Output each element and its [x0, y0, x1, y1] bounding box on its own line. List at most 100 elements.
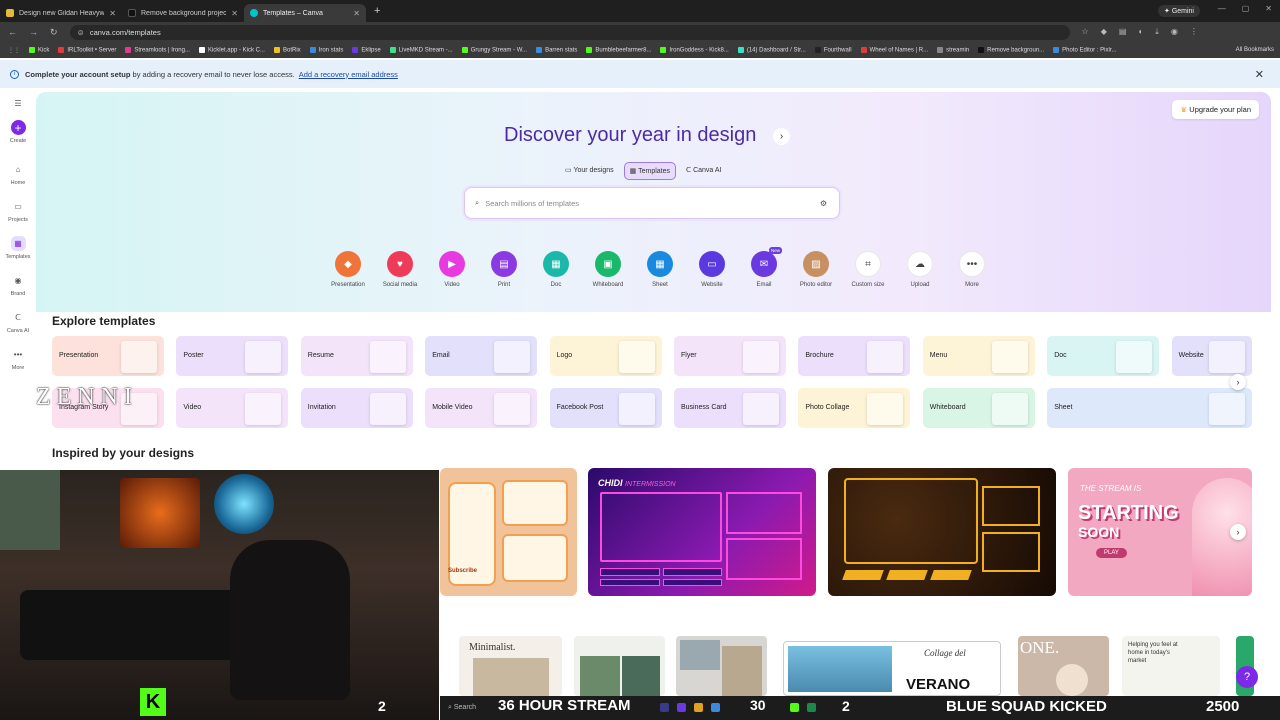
forward-icon[interactable]: → [29, 27, 38, 38]
template-card[interactable] [676, 636, 767, 696]
template-card[interactable]: Collage del VERANO [783, 641, 1001, 696]
bookmark-item[interactable]: Bumblebeefarmer8... [586, 46, 651, 53]
minimize-icon[interactable]: — [1218, 4, 1226, 13]
template-category-card[interactable]: Email [425, 336, 538, 376]
category-social-media[interactable]: ♥ Social media [374, 251, 426, 288]
app-icon[interactable] [711, 703, 720, 712]
all-bookmarks-button[interactable]: All Bookmarks [1236, 47, 1274, 53]
app-icon[interactable] [790, 703, 799, 712]
bookmark-item[interactable]: Eklipse [352, 46, 381, 53]
back-icon[interactable]: ← [8, 27, 17, 38]
template-category-card[interactable]: Video [176, 388, 289, 428]
category-doc[interactable]: ▦ Doc [530, 251, 582, 288]
category-video[interactable]: ▶ Video [426, 251, 478, 288]
browser-tab[interactable]: Remove background project - ✕ [122, 4, 244, 22]
download-icon[interactable]: ⤓ [1155, 27, 1159, 37]
template-category-card[interactable]: Business Card [674, 388, 786, 428]
sidebar-item-create[interactable]: + Create [0, 120, 36, 144]
template-category-card[interactable]: Poster [176, 336, 289, 376]
design-card[interactable]: THE STREAM IS STARTING SOON PLAY [1068, 468, 1252, 596]
sidebar-item-brand[interactable]: ◉ Brand [0, 273, 36, 297]
template-card[interactable]: Helping you feel at home in today's mark… [1122, 636, 1220, 696]
sidebar-item-more[interactable]: ••• More [0, 347, 36, 371]
app-icon[interactable] [807, 703, 816, 712]
bookmark-item[interactable]: Fourthwall [814, 46, 852, 53]
design-card[interactable] [828, 468, 1056, 596]
sidebar-item-canva-ai[interactable]: ᑕ Canva AI [0, 310, 36, 334]
menu-icon[interactable]: ☰ [0, 96, 36, 114]
template-category-card[interactable]: Logo [549, 336, 662, 376]
close-tab-icon[interactable]: ✕ [353, 9, 360, 18]
category-print[interactable]: ▤ Print [478, 251, 530, 288]
close-tab-icon[interactable]: ✕ [231, 9, 238, 18]
explore-next-button[interactable]: › [1230, 374, 1246, 390]
maximize-icon[interactable]: ▢ [1242, 4, 1250, 13]
bookmark-item[interactable]: LiveMKD Stream -... [389, 46, 453, 53]
upgrade-plan-button[interactable]: ♛ Upgrade your plan [1172, 100, 1259, 119]
template-category-card[interactable]: Brochure [798, 336, 911, 376]
browser-tab[interactable]: Design new Gildan Heavyweig ✕ [0, 4, 122, 22]
bookmark-item[interactable]: Kick [29, 46, 49, 53]
extension-icon[interactable]: ▤ [1119, 27, 1127, 37]
pill-templates[interactable]: ▦ Templates [623, 162, 676, 180]
template-category-card[interactable]: Mobile Video [425, 388, 538, 428]
category-sheet[interactable]: ▦ Sheet [634, 251, 686, 288]
bookmark-item[interactable]: IronGoddess - Kick8... [660, 46, 729, 53]
pill-your-designs[interactable]: ▭ Your designs [560, 162, 619, 180]
close-tab-icon[interactable]: ✕ [109, 9, 116, 18]
design-card[interactable]: Subscribe [440, 468, 577, 596]
bookmark-item[interactable]: Iron stats [309, 46, 343, 53]
reload-icon[interactable]: ↻ [50, 27, 58, 38]
browser-tab-active[interactable]: Templates – Canva ✕ [244, 4, 366, 22]
bookmark-item[interactable]: Photo Editor : Pixlr... [1053, 46, 1117, 53]
template-category-card[interactable]: Invitation [300, 388, 413, 428]
template-category-card[interactable]: Presentation [52, 336, 164, 376]
bookmark-item[interactable]: Wheel of Names | R... [860, 46, 928, 53]
category-upload[interactable]: ☁ Upload [894, 251, 946, 288]
template-category-card[interactable]: Menu [922, 336, 1035, 376]
category-presentation[interactable]: ◆ Presentation [322, 251, 374, 288]
profile-icon[interactable]: ◉ [1171, 27, 1178, 37]
template-category-card[interactable]: Resume [300, 336, 413, 376]
bookmark-item[interactable]: Grungy Stream - W... [461, 46, 527, 53]
menu-icon[interactable]: ⋮ [1190, 27, 1198, 37]
bookmark-item[interactable]: Kicklet.app - Kick C... [198, 46, 265, 53]
bookmark-item[interactable]: IRLToolkit • Server [58, 46, 116, 53]
extension-icon[interactable]: ◐ [1138, 27, 1143, 37]
star-icon[interactable]: ☆ [1082, 27, 1089, 37]
add-recovery-email-link[interactable]: Add a recovery email address [299, 70, 398, 79]
new-tab-button[interactable]: + [374, 5, 380, 17]
chrome-icon[interactable] [694, 703, 703, 712]
template-category-card[interactable]: Whiteboard [922, 388, 1035, 428]
bookmark-item[interactable]: (14) Dashboard / Str... [737, 46, 806, 53]
inspired-next-button[interactable]: › [1230, 524, 1246, 540]
close-window-icon[interactable]: ✕ [1265, 4, 1272, 13]
template-category-card[interactable]: Facebook Post [549, 388, 662, 428]
design-card[interactable]: CHIDI INTERMISSION [588, 468, 816, 596]
bookmark-item[interactable]: streamin [937, 46, 969, 53]
template-card[interactable] [574, 636, 665, 696]
extension-icon[interactable]: ◆ [1101, 27, 1107, 37]
sidebar-item-templates[interactable]: ▦ Templates [0, 236, 36, 260]
template-category-card[interactable]: Flyer [674, 336, 786, 376]
filter-icon[interactable]: ⚙ [820, 199, 827, 208]
template-category-card[interactable]: Sheet [1047, 388, 1252, 428]
bookmark-item[interactable]: Remove backgroun... [978, 46, 1044, 53]
category-photo-editor[interactable]: ▨ Photo editor [790, 251, 842, 288]
url-field[interactable]: ⊜ canva.com/templates [69, 24, 1070, 40]
template-card[interactable]: Minimalist. [459, 636, 562, 696]
help-button[interactable]: ? [1236, 666, 1258, 688]
bookmark-item[interactable]: Streamloots | Irong... [125, 46, 190, 53]
app-icon[interactable] [660, 703, 669, 712]
template-category-card[interactable]: Photo Collage [798, 388, 911, 428]
bookmark-item[interactable]: Barren stats [536, 46, 577, 53]
category-more[interactable]: ••• More [946, 251, 998, 288]
template-category-card[interactable]: Doc [1047, 336, 1160, 376]
close-banner-button[interactable]: ✕ [1255, 68, 1264, 81]
sidebar-item-projects[interactable]: ▭ Projects [0, 199, 36, 223]
category-whiteboard[interactable]: ▣ Whiteboard [582, 251, 634, 288]
category-custom-size[interactable]: ⌗ Custom size [842, 251, 894, 288]
site-info-icon[interactable]: ⊜ [78, 28, 84, 37]
app-icon[interactable] [677, 703, 686, 712]
category-email[interactable]: ✉ New Email [738, 247, 790, 288]
